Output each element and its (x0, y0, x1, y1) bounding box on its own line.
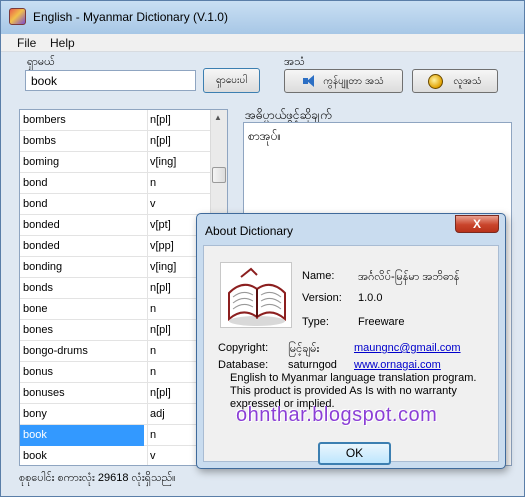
word-list-row[interactable]: bonus n (20, 362, 210, 383)
word-list-row[interactable]: bond v (20, 194, 210, 215)
word-list-row[interactable]: bones n[pl] (20, 320, 210, 341)
window-title: English - Myanmar Dictionary (V.1.0) (33, 10, 228, 24)
copyright-label: Copyright: (218, 342, 269, 354)
part-of-speech-cell: v[ing] (147, 152, 210, 173)
word-cell: bonded (23, 240, 60, 252)
database-url-link[interactable]: www.ornagai.com (354, 359, 441, 371)
scroll-up-icon[interactable]: ▲ (214, 113, 222, 122)
word-list-row[interactable]: book v (20, 446, 210, 465)
word-list-row[interactable]: bombers n[pl] (20, 110, 210, 131)
name-value: အင်္ဂလိပ်-မြန်မာ အဘိဓာန် (358, 271, 460, 283)
ok-button[interactable]: OK (318, 442, 391, 465)
watermark-text: ohnthar.blogspot.com (236, 404, 438, 426)
word-list-row[interactable]: bonded v[pp] (20, 236, 210, 257)
word-list-row[interactable]: bongo-drums n (20, 341, 210, 362)
search-button[interactable]: ရှာပေးပါ (203, 68, 260, 93)
part-of-speech-cell: n[pl] (147, 131, 210, 152)
type-value: Freeware (358, 316, 405, 328)
speaker-icon (303, 75, 317, 87)
word-cell: bonds (23, 282, 53, 294)
type-label: Type: (302, 316, 329, 328)
word-cell: bones (23, 324, 53, 336)
word-cell: bone (23, 303, 48, 315)
close-button[interactable]: X (455, 215, 499, 233)
word-cell: bony (23, 408, 47, 420)
title-bar[interactable]: English - Myanmar Dictionary (V.1.0) (1, 1, 524, 34)
menu-file[interactable]: File (17, 36, 36, 50)
status-bar: စုစုပေါင်း စကားလုံး 29618 လုံးရှိသည်။ (19, 472, 176, 484)
word-list-row[interactable]: bonding v[ing] (20, 257, 210, 278)
word-list-row[interactable]: bonded v[pt] (20, 215, 210, 236)
word-cell: bonus (23, 366, 53, 378)
dictionary-app-icon (9, 8, 26, 25)
search-group-label: ရှာမယ် (27, 56, 55, 68)
coin-icon (428, 73, 444, 89)
word-cell: book (23, 450, 47, 462)
word-list-row[interactable]: bond n (20, 173, 210, 194)
scroll-thumb[interactable] (212, 167, 226, 183)
human-voice-button[interactable]: လူအသံ (412, 69, 498, 93)
word-list-row[interactable]: bone n (20, 299, 210, 320)
word-cell: book (20, 425, 144, 446)
part-of-speech-cell: v (147, 194, 210, 215)
menu-help[interactable]: Help (50, 36, 75, 50)
database-label: Database: (218, 359, 269, 371)
word-cell: bond (23, 198, 48, 210)
description-line: This product is provided As Is with no w… (230, 385, 457, 397)
search-input[interactable] (25, 70, 196, 91)
word-cell: bongo-drums (23, 345, 88, 357)
copyright-value: မြင့်ချမ်း (288, 343, 320, 355)
search-button-label: ရှာပေးပါ (216, 75, 247, 86)
part-of-speech-cell: n (147, 173, 210, 194)
word-cell: bond (23, 177, 48, 189)
description-line: English to Myanmar language translation … (230, 372, 477, 384)
version-value: 1.0.0 (358, 292, 383, 304)
meaning-text: စာအုပ်။ (248, 129, 282, 143)
word-list-row[interactable]: bony adj (20, 404, 210, 425)
computer-voice-label: ကွန်ပျူတာ အသံ (323, 75, 384, 87)
book-logo-icon (220, 262, 292, 328)
part-of-speech-cell: n[pl] (147, 110, 210, 131)
about-dialog-title: About Dictionary (205, 224, 294, 238)
word-cell: bonding (23, 261, 63, 273)
word-list-row[interactable]: bonuses n[pl] (20, 383, 210, 404)
word-cell: bombers (23, 114, 66, 126)
about-dialog-body: Name: အင်္ဂလိပ်-မြန်မာ အဘိဓာန် Version: … (203, 245, 499, 465)
word-cell: bonuses (23, 387, 65, 399)
word-cell: bombs (23, 135, 57, 147)
name-label: Name: (302, 270, 335, 282)
word-list-row[interactable]: boming v[ing] (20, 152, 210, 173)
copyright-email-link[interactable]: maungnc@gmail.com (354, 342, 461, 354)
word-cell: boming (23, 156, 60, 168)
version-label: Version: (302, 292, 342, 304)
word-cell: bonded (23, 219, 60, 231)
menu-bar: File Help (1, 34, 524, 52)
computer-voice-button[interactable]: ကွန်ပျူတာ အသံ (284, 69, 403, 93)
word-list-row[interactable]: book n (20, 425, 210, 446)
human-voice-label: လူအသံ (453, 75, 482, 87)
word-list-row[interactable]: bonds n[pl] (20, 278, 210, 299)
database-value: saturngod (288, 359, 337, 371)
about-dialog: About Dictionary X Name: အင်္ဂလိပ်-မြန်မ… (196, 213, 506, 469)
word-list-row[interactable]: bombs n[pl] (20, 131, 210, 152)
main-window: English - Myanmar Dictionary (V.1.0) Fil… (0, 0, 525, 497)
